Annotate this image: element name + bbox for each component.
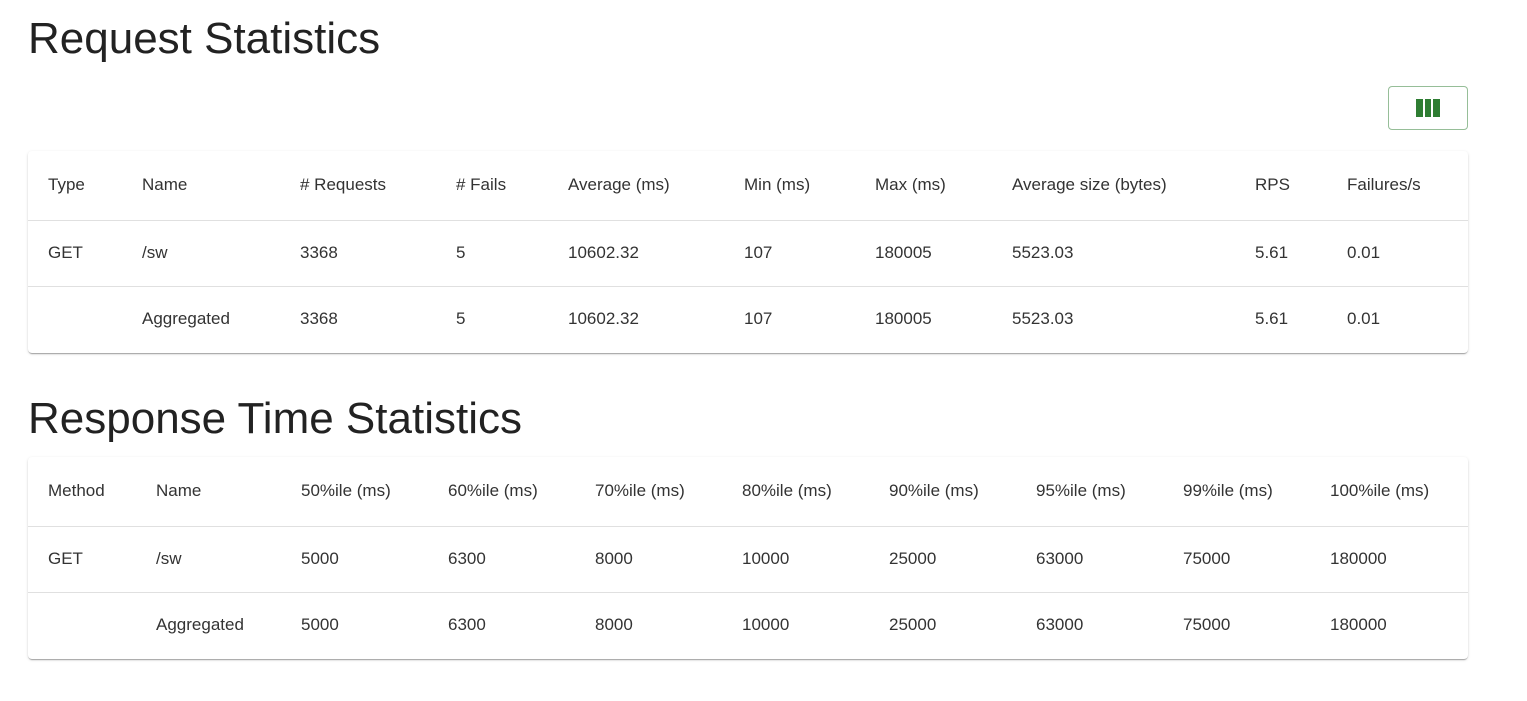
view-column-icon xyxy=(1416,99,1441,117)
table-cell: 0.01 xyxy=(1347,309,1381,329)
table-cell: 5 xyxy=(456,309,466,329)
column-header[interactable]: 70%ile (ms) xyxy=(575,457,722,526)
table-cell: 5 xyxy=(456,243,466,262)
response-time-statistics-title: Response Time Statistics xyxy=(28,394,522,443)
table-cell: 107 xyxy=(744,243,773,262)
table-cell: /sw xyxy=(142,243,168,262)
table-cell: 5000 xyxy=(301,549,339,568)
table-cell: 0.01 xyxy=(1347,243,1381,262)
table-cell: 3368 xyxy=(300,243,338,262)
table-cell: 25000 xyxy=(889,549,937,568)
column-header[interactable]: Name xyxy=(122,151,280,220)
table-row: Aggregated 3368 5 10602.32 107 180005 55… xyxy=(28,286,1468,352)
table-cell: 10000 xyxy=(742,549,790,568)
table-cell: 6300 xyxy=(448,549,486,568)
table-cell: 3368 xyxy=(300,309,338,329)
table-cell: 5.61 xyxy=(1255,243,1289,262)
column-header[interactable]: 60%ile (ms) xyxy=(428,457,575,526)
request-statistics-table: Type Name # Requests # Fails Average (ms… xyxy=(28,151,1468,352)
column-header[interactable]: 80%ile (ms) xyxy=(722,457,869,526)
column-header[interactable]: RPS xyxy=(1235,151,1327,220)
table-cell: 75000 xyxy=(1183,615,1231,635)
column-header[interactable]: Method xyxy=(28,457,136,526)
table-cell: 180000 xyxy=(1330,549,1387,568)
table-cell xyxy=(28,592,136,658)
column-header[interactable]: Name xyxy=(136,457,281,526)
table-cell: 5.61 xyxy=(1255,309,1289,329)
table-cell: 10000 xyxy=(742,615,790,635)
table-cell: 63000 xyxy=(1036,615,1084,635)
table-cell: 25000 xyxy=(889,615,937,635)
column-header[interactable]: # Requests xyxy=(280,151,436,220)
column-header[interactable]: Average size (bytes) xyxy=(992,151,1235,220)
column-header[interactable]: Failures/s xyxy=(1327,151,1468,220)
table-cell: GET xyxy=(48,549,83,568)
table-cell: 10602.32 xyxy=(568,243,639,262)
table-cell: 8000 xyxy=(595,615,633,635)
table-cell: 63000 xyxy=(1036,549,1084,568)
column-header[interactable]: Average (ms) xyxy=(548,151,724,220)
table-row: GET /sw 3368 5 10602.32 107 180005 5523.… xyxy=(28,220,1468,286)
table-cell: 180005 xyxy=(875,243,932,262)
column-header[interactable]: Max (ms) xyxy=(855,151,992,220)
table-row: Aggregated 5000 6300 8000 10000 25000 63… xyxy=(28,592,1468,658)
table-cell: 5000 xyxy=(301,615,339,635)
table-cell: 10602.32 xyxy=(568,309,639,329)
table-cell: GET xyxy=(48,243,83,262)
select-columns-button[interactable] xyxy=(1388,86,1468,130)
column-header[interactable]: 90%ile (ms) xyxy=(869,457,1016,526)
table-cell: 8000 xyxy=(595,549,633,568)
table-header-row: Method Name 50%ile (ms) 60%ile (ms) 70%i… xyxy=(28,457,1468,526)
table-cell: 180000 xyxy=(1330,615,1387,635)
column-header[interactable]: Type xyxy=(28,151,122,220)
column-header[interactable]: 50%ile (ms) xyxy=(281,457,428,526)
column-header[interactable]: # Fails xyxy=(436,151,548,220)
request-statistics-title: Request Statistics xyxy=(28,14,381,63)
table-cell: 180005 xyxy=(875,309,932,329)
column-header[interactable]: Min (ms) xyxy=(724,151,855,220)
column-header[interactable]: 100%ile (ms) xyxy=(1310,457,1468,526)
table-cell xyxy=(28,286,122,352)
table-cell: 75000 xyxy=(1183,549,1231,568)
table-cell: 5523.03 xyxy=(1012,243,1074,262)
response-time-statistics-table-card: Method Name 50%ile (ms) 60%ile (ms) 70%i… xyxy=(28,457,1468,659)
table-cell: 107 xyxy=(744,309,773,329)
table-cell: 6300 xyxy=(448,615,486,635)
column-header[interactable]: 99%ile (ms) xyxy=(1163,457,1310,526)
request-statistics-table-card: Type Name # Requests # Fails Average (ms… xyxy=(28,151,1468,353)
response-time-statistics-table: Method Name 50%ile (ms) 60%ile (ms) 70%i… xyxy=(28,457,1468,658)
column-header[interactable]: 95%ile (ms) xyxy=(1016,457,1163,526)
table-cell: /sw xyxy=(156,549,182,568)
table-cell: 5523.03 xyxy=(1012,309,1074,329)
table-row: GET /sw 5000 6300 8000 10000 25000 63000… xyxy=(28,526,1468,592)
table-header-row: Type Name # Requests # Fails Average (ms… xyxy=(28,151,1468,220)
table-cell: Aggregated xyxy=(156,615,244,635)
table-cell: Aggregated xyxy=(142,309,230,329)
